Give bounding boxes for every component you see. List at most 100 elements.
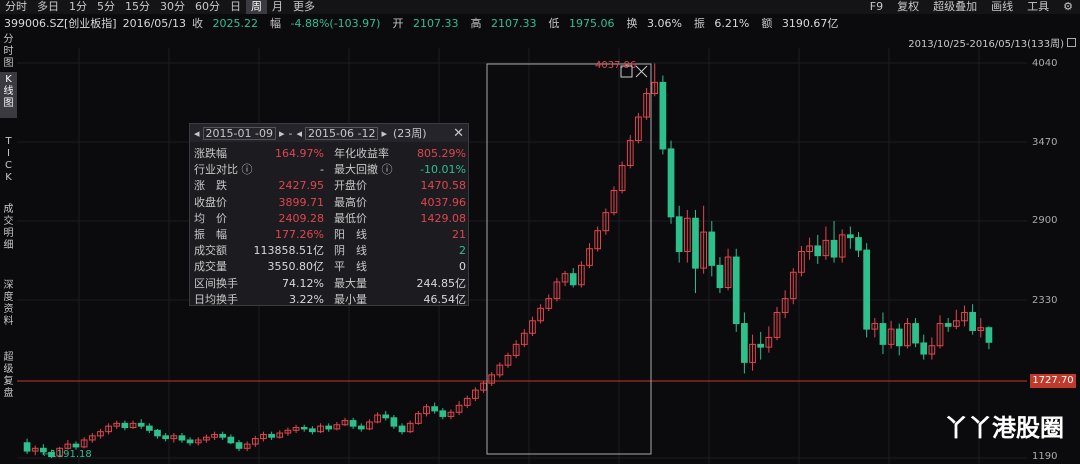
candle-body — [814, 245, 822, 257]
top-menu-item-3[interactable]: 画线 — [984, 0, 1020, 14]
calendar-icon[interactable] — [1067, 38, 1076, 47]
candle-body — [235, 442, 243, 449]
candle-body — [398, 425, 406, 433]
candle-body — [439, 410, 447, 417]
stock-code[interactable]: 399006.SZ[创业板指] — [4, 15, 117, 31]
stat-value: 21 — [452, 228, 466, 241]
top-menu-item-0[interactable]: F9 — [863, 0, 890, 14]
side-tab-3[interactable]: 成 交 明 细 — [0, 202, 17, 268]
timeframe-6[interactable]: 60分 — [190, 0, 225, 14]
stat-value: 4037.96 — [420, 195, 467, 209]
timeframe-3[interactable]: 5分 — [92, 0, 120, 14]
timeframe-8[interactable]: 周 — [246, 0, 267, 14]
start-date-field[interactable]: 2015-01 -09 — [202, 126, 276, 140]
candle-body — [708, 231, 716, 266]
stat-label: 涨 跌 — [194, 179, 227, 193]
candle-body — [162, 435, 169, 440]
stat-label: 年化收益率 — [334, 147, 389, 160]
candle-body — [692, 217, 699, 269]
timeframe-7[interactable]: 日 — [225, 0, 246, 14]
stat-label: 均 价 — [194, 211, 227, 225]
timeframe-9[interactable]: 月 — [267, 0, 288, 14]
candle-body — [985, 327, 993, 343]
amplitude-label: 振 — [693, 17, 705, 30]
prev-start-icon[interactable]: ◂ — [194, 127, 200, 140]
top-menu-item-2[interactable]: 超级叠加 — [926, 0, 984, 14]
prev-end-icon[interactable]: ◂ — [296, 127, 302, 140]
candle-body — [121, 422, 129, 429]
min-price-label: ←1191.18 — [42, 449, 92, 460]
timeframe-0[interactable]: 分时 — [0, 0, 32, 14]
candle-body — [186, 439, 194, 444]
stat-value: 3.22% — [289, 292, 324, 306]
timeframe-1[interactable]: 多日 — [32, 0, 64, 14]
stat-row: 涨 跌 2427.95 开盘价 1470.58 — [194, 178, 466, 194]
amplitude-value: 6.21% — [714, 17, 750, 30]
top-menu-item-4[interactable]: 工具 — [1020, 0, 1056, 14]
candle-body — [732, 256, 740, 325]
candle-body — [349, 420, 357, 427]
timeframe-5[interactable]: 30分 — [155, 0, 190, 14]
stat-label: 日均换手 — [194, 292, 238, 306]
side-tab-0[interactable]: 分 时 图 — [0, 32, 17, 69]
stat-value: 244.85亿 — [416, 276, 467, 290]
timeframe-2[interactable]: 1分 — [64, 0, 92, 14]
top-right-menu: F9 复权 超级叠加 画线 工具 ⚙ — [863, 0, 1080, 14]
next-start-icon[interactable]: ▸ — [279, 127, 285, 140]
stat-row: 收盘价 3899.71 最高价 4037.96 — [194, 195, 466, 211]
candle-body — [716, 264, 724, 289]
open-label: 开 — [392, 17, 404, 30]
candle-body — [920, 342, 928, 355]
candle-body — [675, 216, 683, 252]
candle-body — [154, 429, 161, 437]
candle-body — [382, 414, 390, 419]
side-tab-1[interactable]: K 线 图 — [0, 72, 17, 118]
candle-body — [145, 425, 153, 431]
stat-value: 164.97% — [275, 147, 324, 160]
stat-value: 74.12% — [282, 276, 324, 290]
candle-body — [178, 435, 186, 441]
side-tab-4[interactable]: 深 度 资 料 — [0, 278, 17, 340]
stat-value: 2409.28 — [278, 211, 325, 225]
stat-value: 3550.80亿 — [267, 260, 325, 274]
close-icon[interactable]: ✕ — [453, 126, 464, 141]
stat-value: 177.26% — [275, 228, 324, 241]
end-date-field[interactable]: 2015-06 -12 — [305, 126, 379, 140]
next-end-icon[interactable]: ▸ — [381, 127, 387, 140]
candle-body — [863, 249, 871, 330]
side-tab-5[interactable]: 超 级 复 盘 — [0, 350, 17, 416]
stat-row: 振 幅 177.26% 阳 线 21 — [194, 227, 466, 243]
gear-icon[interactable]: ⚙ — [1056, 0, 1080, 14]
close-value: 2025.22 — [212, 17, 259, 30]
candle-body — [741, 323, 748, 363]
stat-row: 均 价 2409.28 最低价 1429.08 — [194, 211, 466, 227]
amount-value: 3190.67亿 — [781, 17, 839, 30]
stat-label: 涨跌幅 — [194, 147, 227, 160]
stat-value: 3899.71 — [278, 195, 325, 209]
stat-value: 46.54亿 — [423, 292, 467, 306]
candle-body — [757, 343, 765, 348]
candle-body — [944, 323, 952, 327]
top-menu-item-1[interactable]: 复权 — [890, 0, 926, 14]
weeks-count: (23周) — [392, 127, 427, 140]
stat-row: 区间换手 74.12% 最大量 244.85亿 — [194, 276, 466, 292]
turnover-value: 3.06% — [646, 17, 682, 30]
date-separator: - — [288, 126, 293, 140]
stat-label: 振 幅 — [194, 228, 227, 241]
stat-row: 日均换手 3.22% 最小量 46.54亿 — [194, 292, 466, 308]
stat-label: 成交量 — [194, 260, 227, 274]
candle-body — [847, 234, 854, 239]
stat-label: 阳 线 — [334, 228, 367, 241]
timeframe-10[interactable]: 更多 — [288, 0, 320, 14]
stat-label: 最高价 — [334, 195, 367, 209]
stat-label: 成交额 — [194, 244, 227, 258]
close-label: 收 — [192, 17, 203, 30]
stat-value: 113858.51亿 — [253, 244, 325, 258]
timeframe-4[interactable]: 15分 — [120, 0, 155, 14]
high-label: 高 — [470, 17, 482, 30]
stat-label: 最大量 — [334, 276, 367, 290]
side-tab-2[interactable]: T I C K — [0, 134, 17, 192]
candle-body — [879, 323, 887, 345]
kline-chart[interactable]: 4037.96 — [17, 48, 1027, 464]
stat-row: 涨跌幅 164.97% 年化收益率 805.29% — [194, 146, 466, 162]
